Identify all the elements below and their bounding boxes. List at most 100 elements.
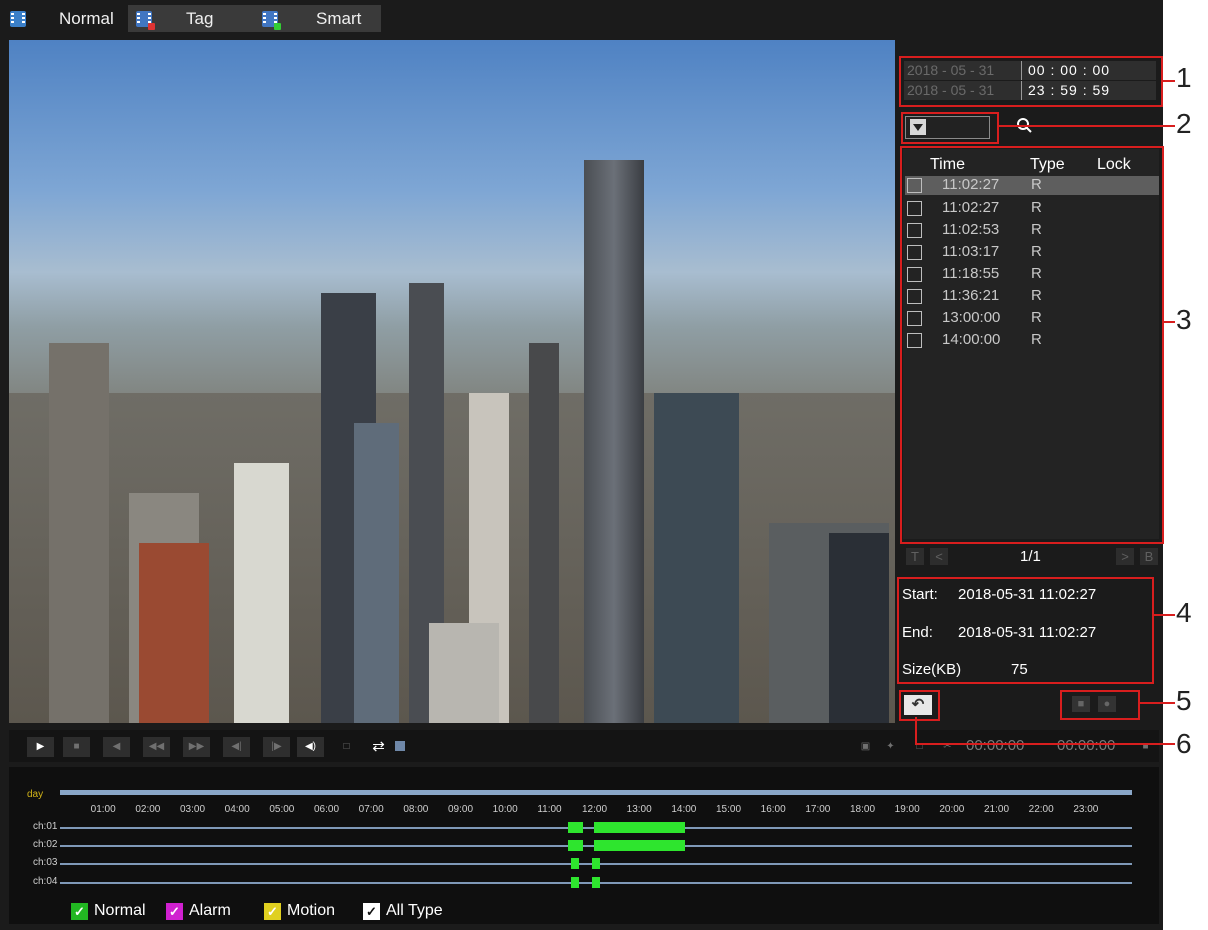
snapshot-icon[interactable]: ▣: [852, 737, 879, 757]
stop-icon[interactable]: ■: [63, 737, 90, 757]
timeline-hour-label: 20:00: [939, 804, 965, 815]
callout-number-1: 1: [1176, 62, 1192, 93]
recording-segment[interactable]: [591, 877, 601, 888]
recording-segment[interactable]: [570, 858, 580, 869]
scissors-icon[interactable]: ✂: [934, 737, 961, 757]
tab-normal[interactable]: Normal: [10, 5, 128, 32]
recording-segment[interactable]: [570, 877, 580, 888]
callout-box-2: [901, 112, 999, 144]
recording-segment[interactable]: [567, 822, 583, 833]
check-icon[interactable]: ✓: [71, 902, 88, 920]
recording-segment[interactable]: [593, 822, 686, 833]
status-indicator: [395, 741, 405, 751]
channel-label: ch:04: [33, 876, 58, 887]
check-icon[interactable]: ✓: [264, 902, 281, 920]
timeline-hour-label: 16:00: [760, 804, 786, 815]
play-icon[interactable]: ▶: [27, 737, 54, 757]
timeline-hour-label: 03:00: [180, 804, 206, 815]
timeline-hour-label: 15:00: [716, 804, 742, 815]
timeline-hour-label: 13:00: [626, 804, 652, 815]
recording-segment[interactable]: [593, 840, 686, 851]
fisheye-icon[interactable]: □: [333, 737, 360, 757]
callout-number-6: 6: [1176, 728, 1192, 759]
timeline-hour-label: 22:00: [1028, 804, 1054, 815]
timeline-hour-label: 09:00: [448, 804, 474, 815]
prev-page-button[interactable]: <: [930, 548, 948, 565]
normal-playback-icon: [10, 10, 26, 27]
callout-number-3: 3: [1176, 304, 1192, 335]
callout-number-2: 2: [1176, 108, 1192, 139]
timeline-hour-label: 04:00: [224, 804, 250, 815]
repeat-icon[interactable]: ⇄: [365, 737, 392, 757]
slow-play-icon[interactable]: ◀◀: [143, 737, 170, 757]
channel-label: ch:03: [33, 857, 58, 868]
clip-start-time: 00:00:00: [966, 737, 1025, 754]
tag-playback-icon: [136, 10, 155, 30]
volume-icon[interactable]: ◀): [297, 737, 324, 757]
timeline-hour-label: 01:00: [90, 804, 116, 815]
callout-box-1: [899, 56, 1163, 107]
callout-box-3: [900, 146, 1164, 544]
tab-smart-label: Smart: [316, 8, 362, 28]
timeline-hour-label: 18:00: [850, 804, 876, 815]
previous-frame-icon[interactable]: ◀|: [223, 737, 250, 757]
legend-alarm[interactable]: ✓ Alarm: [166, 902, 231, 920]
tag-icon[interactable]: ✦: [877, 737, 904, 757]
next-page-button[interactable]: >: [1116, 548, 1134, 565]
clip-start-icon[interactable]: □: [906, 737, 933, 757]
legend-alarm-label: Alarm: [189, 902, 231, 919]
play-backward-icon[interactable]: ◀: [103, 737, 130, 757]
fast-play-icon[interactable]: ▶▶: [183, 737, 210, 757]
timeline-hour-label: 11:00: [537, 804, 562, 815]
recording-segment[interactable]: [591, 858, 601, 869]
legend-normal-label: Normal: [94, 902, 146, 919]
callout-box-5: [1060, 690, 1140, 720]
clip-end-time: 00:00:00: [1057, 737, 1116, 754]
timeline-hour-label: 23:00: [1073, 804, 1099, 815]
timeline-hour-label: 17:00: [805, 804, 831, 815]
callout-line-4: [1152, 614, 1175, 616]
callout-line-1: [1161, 80, 1175, 82]
callout-line-3: [1162, 321, 1175, 323]
legend-all-type[interactable]: ✓ All Type: [363, 902, 443, 920]
check-icon[interactable]: ✓: [363, 902, 380, 920]
next-frame-icon[interactable]: |▶: [263, 737, 290, 757]
page-indicator: 1/1: [1020, 548, 1041, 565]
timeline-hour-label: 10:00: [492, 804, 518, 815]
timeline-hour-label: 02:00: [135, 804, 161, 815]
video-preview[interactable]: [9, 40, 895, 723]
legend-all-type-label: All Type: [386, 902, 443, 919]
callout-box-6: [899, 690, 940, 721]
recording-segment[interactable]: [567, 840, 583, 851]
callout-number-4: 4: [1176, 597, 1192, 628]
callout-box-4: [897, 577, 1154, 684]
first-page-button[interactable]: T: [906, 548, 924, 565]
last-page-button[interactable]: B: [1140, 548, 1158, 565]
timeline-hour-label: 12:00: [582, 804, 608, 815]
callout-number-5: 5: [1176, 685, 1192, 716]
callout-line-6: [915, 743, 1175, 745]
channel-label: ch:01: [33, 821, 58, 832]
check-icon[interactable]: ✓: [166, 902, 183, 920]
tab-tag-label: Tag: [186, 8, 214, 28]
timeline-hour-label: 21:00: [984, 804, 1010, 815]
tab-normal-label: Normal: [59, 8, 114, 28]
callout-line-5: [1138, 702, 1175, 704]
tab-smart[interactable]: Smart: [252, 5, 381, 32]
timeline-hour-label: 07:00: [358, 804, 384, 815]
timeline-day-bar[interactable]: [60, 790, 1132, 795]
tab-tag[interactable]: Tag: [128, 5, 252, 32]
timeline-hour-label: 08:00: [403, 804, 429, 815]
save-clip-icon[interactable]: ■: [1132, 737, 1159, 757]
callout-line-2: [997, 125, 1175, 127]
legend-motion-label: Motion: [287, 902, 336, 919]
callout-line-6-vertical: [915, 717, 917, 744]
timeline-hour-label: 05:00: [269, 804, 295, 815]
timeline-hour-label: 19:00: [894, 804, 920, 815]
timeline-hour-label: 14:00: [671, 804, 697, 815]
channel-label: ch:02: [33, 839, 58, 850]
legend-motion[interactable]: ✓ Motion: [264, 902, 335, 920]
timeline-hour-label: 06:00: [314, 804, 340, 815]
legend-normal[interactable]: ✓ Normal: [71, 902, 146, 920]
timeline-scale-label[interactable]: day: [27, 789, 43, 800]
